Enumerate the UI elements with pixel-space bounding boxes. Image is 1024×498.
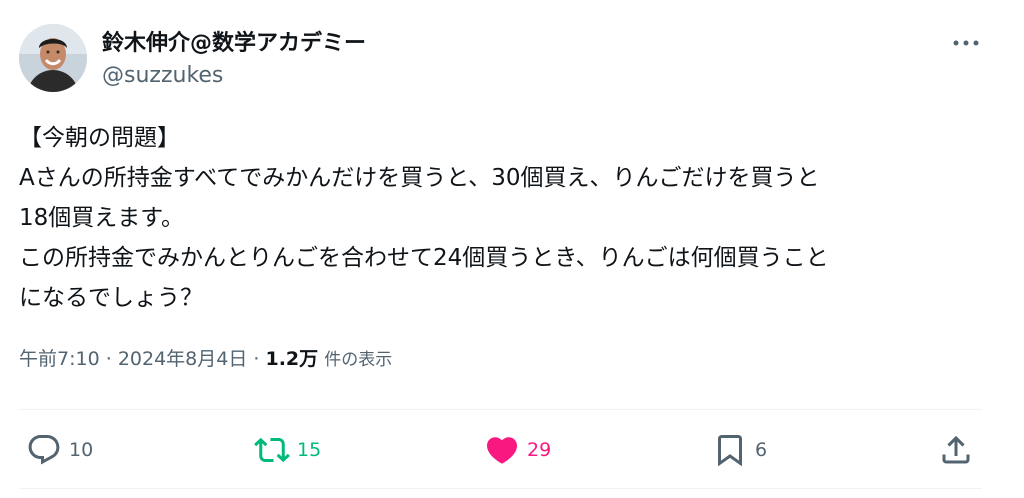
meta-separator: · — [105, 348, 112, 370]
bookmark-icon — [718, 435, 742, 467]
heart-filled-icon — [486, 437, 518, 464]
divider — [19, 409, 982, 410]
tweet-text: 【今朝の問題】 Aさんの所持金すべてでみかんだけを買うと、30個買え、りんごだけ… — [19, 118, 994, 318]
share-icon — [942, 435, 970, 464]
like-count: 29 — [527, 439, 552, 461]
tweet-text-line: Aさんの所持金すべてでみかんだけを買うと、30個買え、りんごだけを買うと — [19, 165, 820, 191]
reply-count: 10 — [69, 439, 94, 461]
avatar[interactable] — [19, 24, 87, 92]
tweet-text-line: 【今朝の問題】 — [19, 125, 180, 151]
bookmark-button[interactable]: 6 — [712, 430, 767, 470]
author-handle[interactable]: @suzzukes — [102, 62, 223, 90]
more-dots-icon — [953, 40, 979, 46]
divider — [19, 488, 982, 489]
reply-icon — [28, 435, 60, 465]
retweet-button[interactable]: 15 — [254, 430, 321, 470]
views-label: 件の表示 — [324, 350, 393, 370]
like-button[interactable]: 29 — [484, 430, 551, 470]
retweet-count: 15 — [297, 439, 322, 461]
post-time[interactable]: 午前7:10 — [19, 348, 100, 370]
meta-separator: · — [253, 348, 260, 370]
tweet-text-line: この所持金でみかんとりんごを合わせて24個買うとき、りんごは何個買うこと — [19, 245, 829, 271]
tweet-text-line: 18個買えます。 — [19, 205, 184, 231]
views-count[interactable]: 1.2万 — [265, 348, 318, 370]
avatar-photo-icon — [19, 24, 87, 92]
tweet-text-line: になるでしょう？ — [19, 285, 203, 311]
retweet-icon — [254, 437, 290, 463]
author-display-name[interactable]: 鈴木伸介@数学アカデミー — [102, 30, 366, 58]
share-button[interactable] — [938, 430, 974, 470]
more-options-button[interactable] — [948, 30, 984, 56]
bookmark-count: 6 — [755, 439, 768, 461]
tweet-card: 鈴木伸介@数学アカデミー @suzzukes 【今朝の問題】 Aさんの所持金すべ… — [0, 0, 1024, 498]
tweet-meta: 午前7:10 · 2024年8月4日 · 1.2万 件の表示 — [19, 345, 392, 374]
reply-button[interactable]: 10 — [26, 430, 93, 470]
post-date[interactable]: 2024年8月4日 — [118, 348, 248, 370]
